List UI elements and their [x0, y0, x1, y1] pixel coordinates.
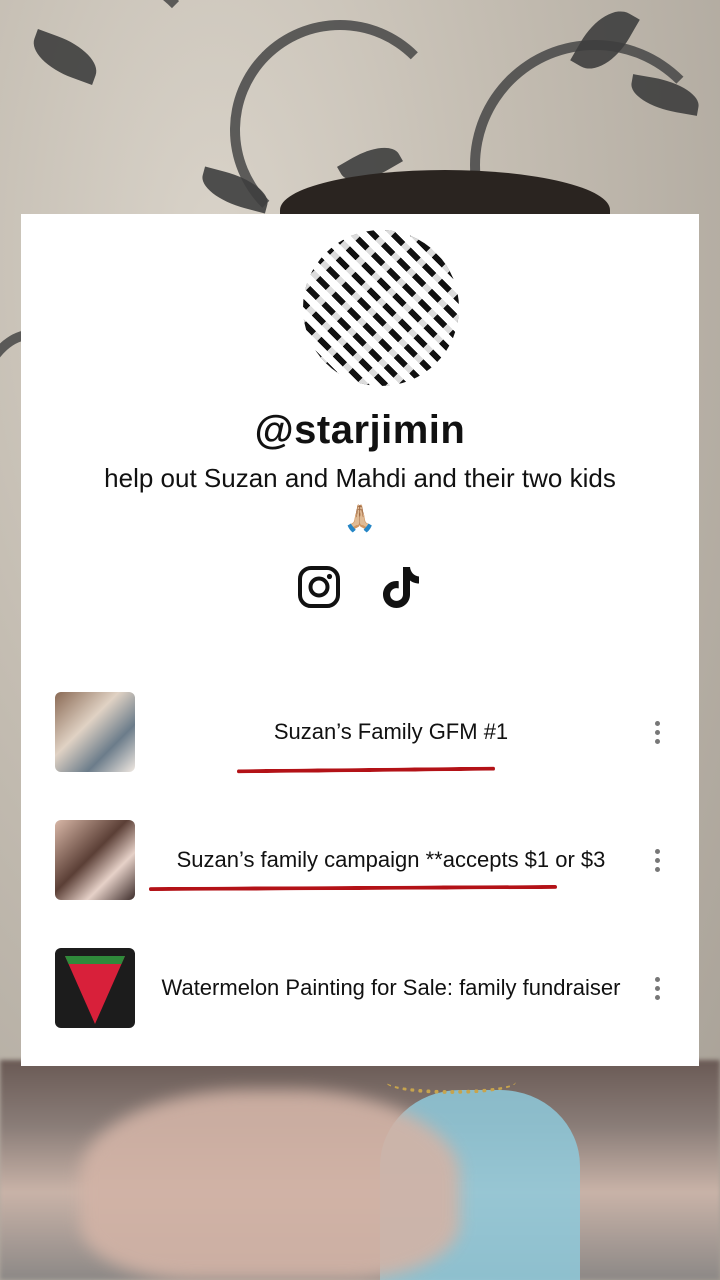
tiktok-icon[interactable] [378, 564, 424, 610]
profile-avatar[interactable] [303, 230, 459, 386]
links-list: Suzan’s Family GFM #1 Suzan’s family cam… [55, 692, 667, 1076]
profile-username: @starjimin [254, 408, 466, 452]
more-options-icon[interactable] [647, 840, 667, 880]
link-thumbnail [55, 948, 135, 1028]
social-icons-row [21, 564, 699, 614]
link-in-bio-card: @starjimin help out Suzan and Mahdi and … [21, 214, 699, 1066]
link-button-watermelon-painting[interactable]: Watermelon Painting for Sale: family fun… [55, 948, 667, 1028]
more-options-icon[interactable] [647, 712, 667, 752]
link-thumbnail [55, 820, 135, 900]
more-options-icon[interactable] [647, 968, 667, 1008]
link-title: Suzan’s family campaign **accepts $1 or … [176, 847, 606, 872]
link-title: Watermelon Painting for Sale: family fun… [161, 975, 621, 1000]
red-underline-annotation [148, 884, 558, 892]
profile-bio: help out Suzan and Mahdi and their two k… [104, 463, 616, 533]
link-thumbnail [55, 692, 135, 772]
red-underline-annotation [236, 766, 496, 774]
link-button-campaign[interactable]: Suzan’s family campaign **accepts $1 or … [55, 820, 667, 900]
link-button-gfm-1[interactable]: Suzan’s Family GFM #1 [55, 692, 667, 774]
instagram-icon[interactable] [296, 564, 342, 610]
link-title: Suzan’s Family GFM #1 [273, 719, 509, 744]
